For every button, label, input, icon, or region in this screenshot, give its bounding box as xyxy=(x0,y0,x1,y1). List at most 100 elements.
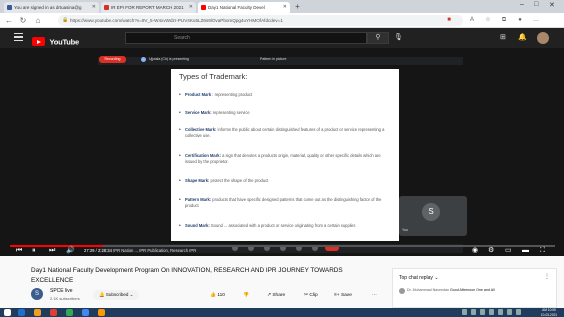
language-icon[interactable] xyxy=(516,309,521,315)
chrome-icon[interactable] xyxy=(50,309,57,316)
slide-bullet: Shape Mark: protect the shape of the pro… xyxy=(179,178,390,184)
profile-icon[interactable]: ● xyxy=(516,16,524,24)
favorite-icon[interactable]: ☆ xyxy=(484,16,492,24)
browser-toolbar: ← ↻ ⌂ 🔒 https://www.youtube.com/watch?v=… xyxy=(0,13,564,28)
settings-gear-icon[interactable]: ⚙ xyxy=(488,246,494,256)
thumbs-down-icon: 👎 xyxy=(243,293,249,298)
slide-bullet: Collective Mark: informs the public abou… xyxy=(179,127,390,139)
new-tab-button[interactable]: + xyxy=(293,2,302,11)
participant-avatar: S xyxy=(422,203,440,221)
youtube-logo[interactable]: YouTube xyxy=(32,33,79,47)
bullet-term: Pattern Mark: xyxy=(185,197,212,202)
clock-date: 10-03-2021 xyxy=(540,312,558,317)
bullet-text: Sound ... associated with a product or s… xyxy=(209,223,357,228)
next-icon[interactable]: ⏭ xyxy=(49,246,55,256)
video-title: Day1 National Faculty Development Progra… xyxy=(31,267,343,284)
previous-icon[interactable]: ⏮ xyxy=(16,246,22,256)
store-icon[interactable] xyxy=(82,309,89,316)
volume-tray-icon[interactable] xyxy=(498,309,503,315)
more-vert-icon[interactable]: ⋮ xyxy=(544,273,550,280)
time-display: 27:29 / 2:28:34 IPR Nation ... IPR Publi… xyxy=(84,247,196,255)
user-avatar[interactable] xyxy=(537,32,549,44)
autoplay-toggle-icon[interactable]: ◉ xyxy=(472,246,478,256)
bullet-term: Product Mark xyxy=(185,92,212,97)
app-icon[interactable] xyxy=(98,309,105,316)
edge-icon[interactable] xyxy=(66,309,73,316)
bullet-term: Sound Mark: xyxy=(185,223,210,228)
share-label: Share xyxy=(272,293,286,298)
start-icon[interactable] xyxy=(4,309,11,316)
channel-name[interactable]: SPCE live xyxy=(50,288,73,294)
recording-badge: Recording xyxy=(99,56,126,63)
file-explorer-icon[interactable] xyxy=(34,309,41,316)
tab-favicon xyxy=(7,5,12,10)
miniplayer-icon[interactable]: ▭ xyxy=(505,246,512,256)
browser-tab-strip: You are signed in as drtuasina@g ✕ IR EP… xyxy=(0,0,564,13)
battery-icon[interactable] xyxy=(507,309,512,315)
bullet-term: Shape Mark: xyxy=(185,178,210,183)
message-avatar xyxy=(399,288,405,294)
reload-icon[interactable]: ↻ xyxy=(18,15,28,26)
participant-name: You xyxy=(402,228,408,232)
network-icon[interactable] xyxy=(489,309,494,315)
read-aloud-icon[interactable]: A xyxy=(468,16,476,24)
search-icon: ⚲ xyxy=(375,34,381,41)
tab-label: IR EPI FOR REPORT MARCH 2021 xyxy=(111,5,184,10)
tray-icon[interactable] xyxy=(462,309,467,315)
youtube-header: YouTube Search ⚲ 🎙 ⊞ 🔔 xyxy=(0,28,564,48)
slide-bullet: Product Mark : representing product xyxy=(179,92,390,98)
more-actions-button[interactable]: ··· xyxy=(372,292,377,300)
close-icon[interactable]: ✕ xyxy=(189,2,193,13)
settings-more-icon[interactable]: … xyxy=(532,16,540,24)
back-icon[interactable]: ← xyxy=(4,15,14,26)
presentation-slide: Types of Trademark: Product Mark : repre… xyxy=(171,69,399,241)
browser-tab-3[interactable]: Day1 National Faculty Devel ✕ xyxy=(198,2,290,13)
chevron-down-icon: ⌄ xyxy=(129,292,134,297)
search-button[interactable]: ⚲ xyxy=(367,32,389,44)
slide-bullet: Sound Mark: Sound ... associated with a … xyxy=(179,223,390,229)
bullet-term: Service Mark: xyxy=(185,110,212,115)
presenting-label: Ujjwala (Ch) is presenting xyxy=(149,57,189,61)
window-close-button[interactable]: ✕ xyxy=(549,1,555,9)
chat-header-label: Top chat replay xyxy=(399,275,433,281)
taskbar-clock[interactable]: AM 10:55 10-03-2021 xyxy=(536,308,562,317)
channel-avatar[interactable]: S xyxy=(31,288,43,300)
lock-icon: 🔒 xyxy=(62,17,69,23)
subscribe-button[interactable]: 🔔 Subscribed ⌄ xyxy=(93,290,140,300)
chat-mode-select[interactable]: Top chat replay ⌄ xyxy=(399,275,439,281)
create-icon[interactable]: ⊞ xyxy=(500,33,506,43)
extension-icon[interactable]: ■ xyxy=(445,16,453,24)
close-icon[interactable]: ✕ xyxy=(283,2,287,13)
tray-icon[interactable] xyxy=(471,309,476,315)
playlist-add-icon: ≡+ xyxy=(334,293,341,298)
browser-tab-1[interactable]: You are signed in as drtuasina@g ✕ xyxy=(4,2,99,13)
bullet-text: representing service xyxy=(211,110,250,115)
dislike-button[interactable]: 👎 xyxy=(243,292,249,300)
task-view-icon[interactable] xyxy=(18,309,25,316)
theater-mode-icon[interactable]: ▬ xyxy=(522,246,529,256)
chat-message: Dr. Muhammad Naveedan Good Afternoon One… xyxy=(399,288,549,294)
message-text: Good Afternoon One and All xyxy=(449,288,495,292)
maximize-button[interactable]: □ xyxy=(534,1,538,8)
bullet-term: Certification Mark: xyxy=(185,153,221,158)
save-button[interactable]: ≡+ Save xyxy=(334,292,352,300)
collections-icon[interactable]: ⧉ xyxy=(500,16,508,24)
bell-icon[interactable]: 🔔 xyxy=(518,33,527,43)
fullscreen-icon[interactable]: ⛶ xyxy=(540,246,545,256)
clip-button[interactable]: ✂ Clip xyxy=(304,292,318,300)
browser-tab-2[interactable]: IR EPI FOR REPORT MARCH 2021 ✕ xyxy=(101,2,196,13)
volume-icon[interactable]: 🔊 xyxy=(66,246,75,256)
tray-icon[interactable] xyxy=(480,309,485,315)
share-button[interactable]: ↗ Share xyxy=(267,292,285,300)
address-bar[interactable]: 🔒 https://www.youtube.com/watch?v=9V_5-W… xyxy=(58,15,463,26)
search-input[interactable]: Search xyxy=(125,32,367,44)
close-icon[interactable]: ✕ xyxy=(92,2,96,13)
hamburger-menu-icon[interactable] xyxy=(14,33,23,42)
pause-icon[interactable]: ⏸ xyxy=(32,246,36,256)
chevron-down-icon: ⌄ xyxy=(434,275,439,281)
minimize-button[interactable]: – xyxy=(520,1,524,8)
like-button[interactable]: 👍 110 xyxy=(210,292,225,300)
microphone-icon[interactable]: 🎙 xyxy=(394,32,403,44)
home-icon[interactable]: ⌂ xyxy=(33,15,43,26)
bullet-text: protect the shape of the product xyxy=(209,178,269,183)
